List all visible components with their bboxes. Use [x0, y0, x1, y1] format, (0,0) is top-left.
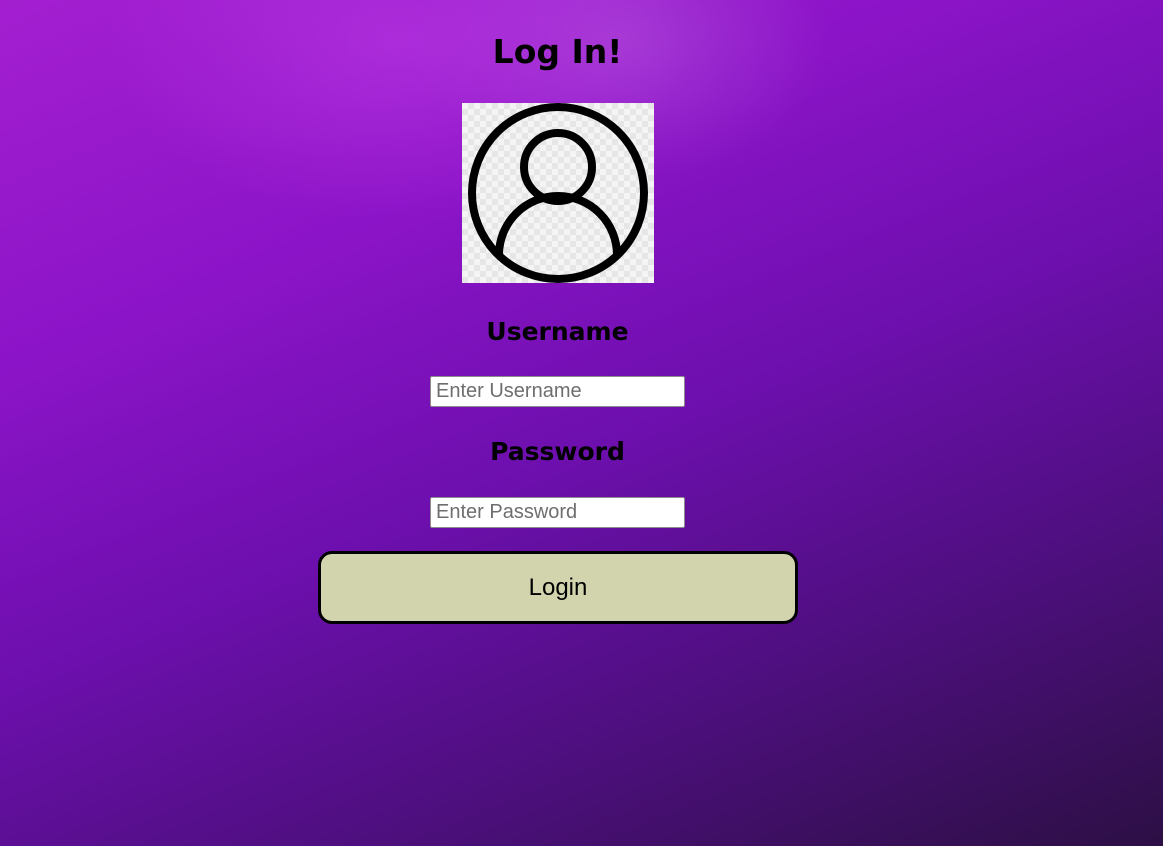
page-title: Log In!	[492, 32, 623, 71]
user-circle-icon	[468, 103, 648, 283]
password-input[interactable]	[430, 497, 685, 528]
username-label: Username	[486, 317, 629, 346]
avatar	[462, 103, 654, 283]
username-input[interactable]	[430, 376, 685, 407]
password-label: Password	[490, 437, 625, 466]
login-button[interactable]: Login	[318, 551, 798, 624]
